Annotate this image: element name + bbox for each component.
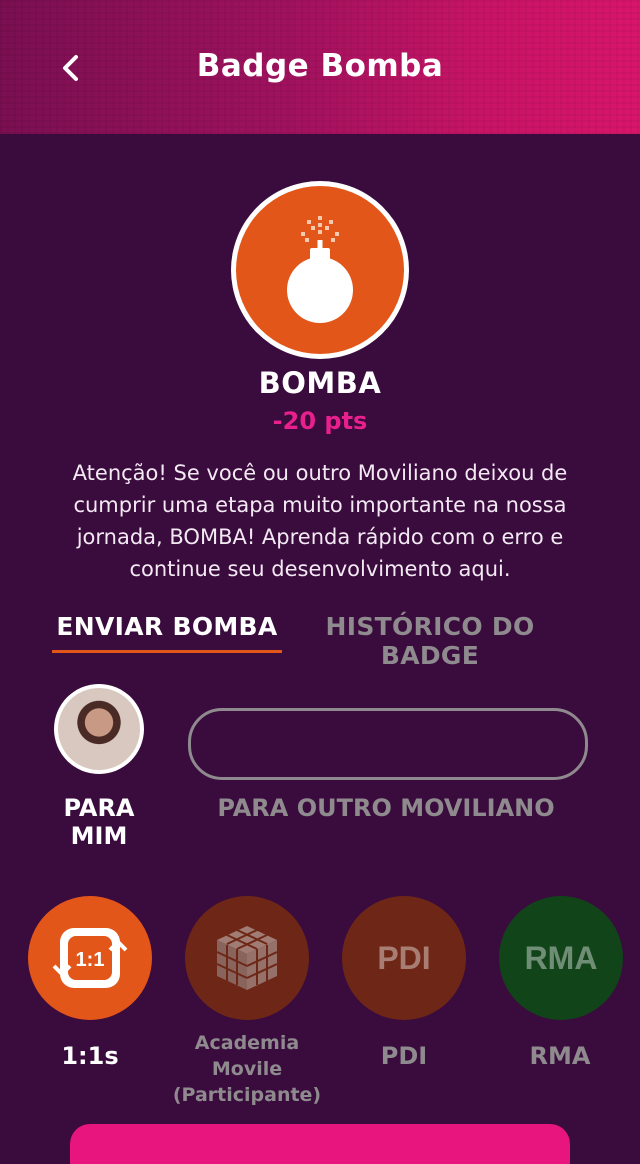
badge-name: BOMBA bbox=[258, 366, 382, 400]
for-me-label[interactable]: PARA MIM bbox=[40, 794, 158, 850]
category-label-academia: Academia Movile (Participante) bbox=[172, 1032, 322, 1106]
for-other-label: PARA OUTRO MOVILIANO bbox=[217, 794, 555, 822]
badge-image bbox=[231, 181, 409, 359]
one-on-one-icon: 1:1 bbox=[52, 928, 128, 988]
tab-badge-history[interactable]: HISTÓRICO DO BADGE bbox=[292, 612, 568, 670]
badge-description: Atenção! Se você ou outro Moviliano deix… bbox=[72, 461, 568, 581]
bomb-icon bbox=[287, 216, 353, 323]
category-academia-button[interactable] bbox=[185, 896, 309, 1020]
page-title: Badge Bomba bbox=[196, 48, 444, 84]
rma-icon: RMA bbox=[524, 939, 598, 976]
category-label-pdi: PDI bbox=[380, 1042, 428, 1070]
recipient-search-input[interactable] bbox=[188, 708, 588, 780]
active-tab-indicator bbox=[52, 650, 282, 653]
pdi-icon: PDI bbox=[377, 939, 431, 976]
category-pdi-button[interactable]: PDI bbox=[342, 896, 466, 1020]
badge-points: -20 pts bbox=[272, 407, 368, 435]
category-label-one-on-one: 1:1s bbox=[61, 1042, 119, 1070]
one-on-one-icon-text: 1:1 bbox=[76, 949, 105, 971]
send-button[interactable] bbox=[70, 1124, 570, 1164]
category-one-on-one-button[interactable]: 1:1 bbox=[28, 896, 152, 1020]
tab-send-bomb[interactable]: ENVIAR BOMBA bbox=[52, 612, 282, 641]
avatar bbox=[58, 688, 140, 770]
category-rma-button[interactable]: RMA bbox=[499, 896, 623, 1020]
self-avatar-button[interactable] bbox=[54, 684, 144, 774]
category-label-rma: RMA bbox=[529, 1042, 591, 1070]
rubiks-cube-icon bbox=[216, 926, 278, 990]
